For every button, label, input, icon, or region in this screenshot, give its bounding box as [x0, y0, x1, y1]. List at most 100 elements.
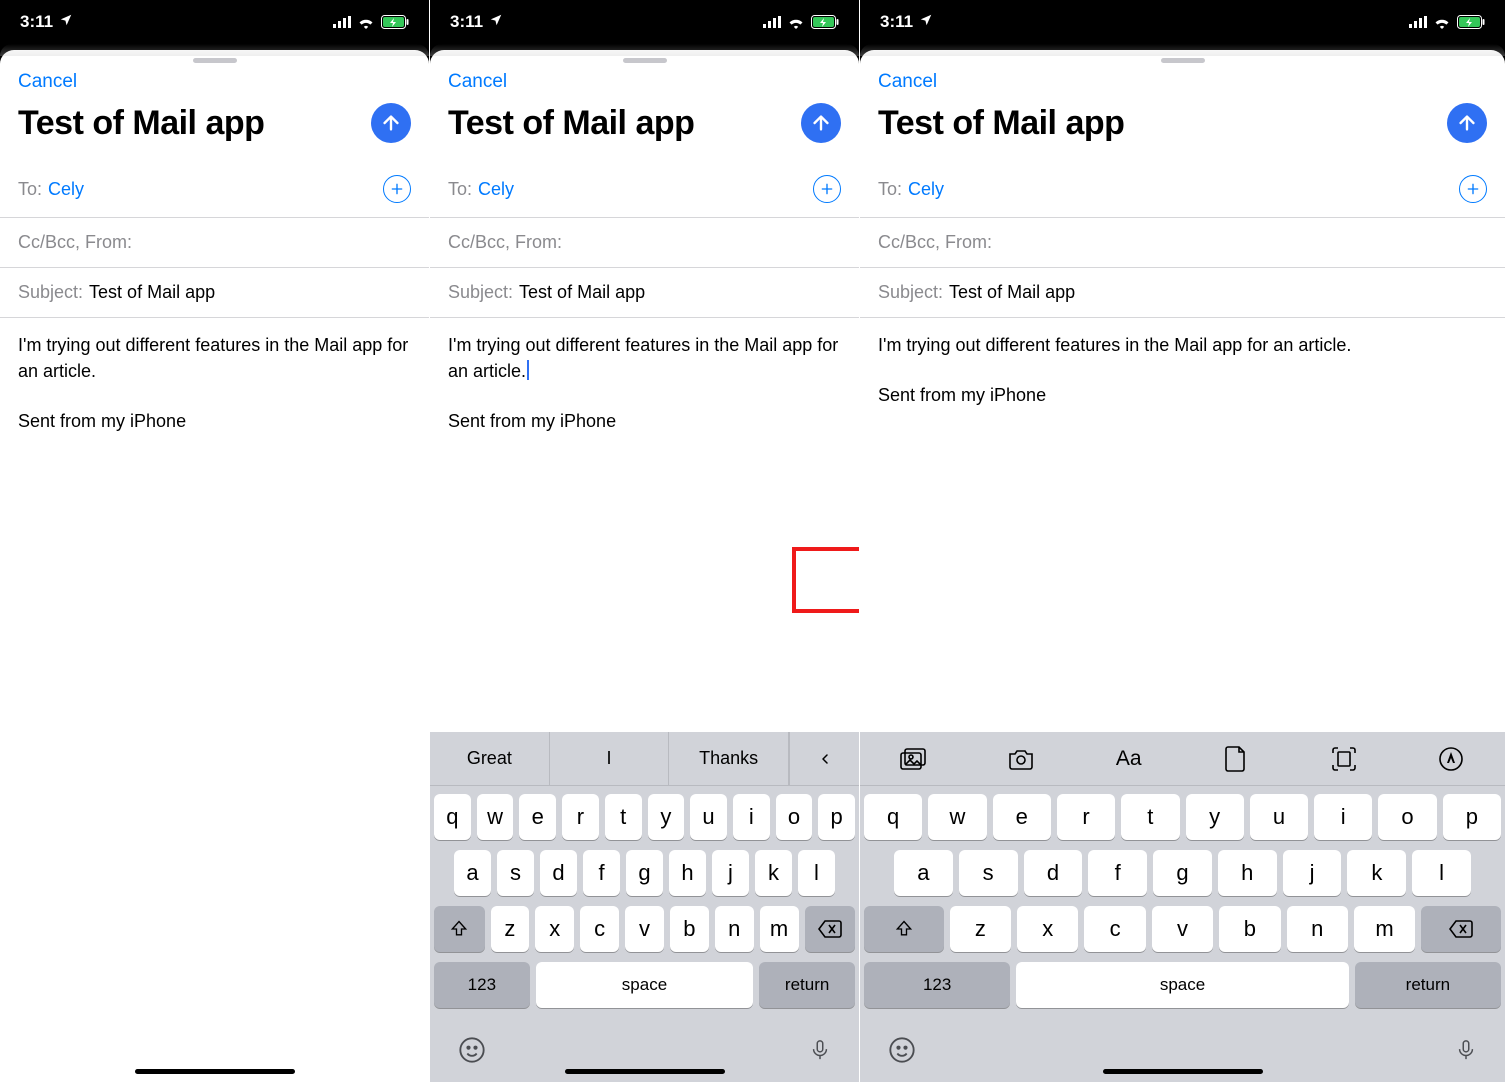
cancel-button[interactable]: Cancel — [448, 71, 507, 92]
key-z[interactable]: z — [950, 906, 1011, 952]
key-v[interactable]: v — [625, 906, 664, 952]
key-o[interactable]: o — [1378, 794, 1436, 840]
mic-button[interactable] — [809, 1036, 831, 1069]
return-key[interactable]: return — [759, 962, 855, 1008]
subject-field[interactable]: Subject: Test of Mail app — [860, 268, 1505, 318]
space-key[interactable]: space — [1016, 962, 1348, 1008]
mic-button[interactable] — [1455, 1036, 1477, 1069]
home-indicator[interactable] — [135, 1069, 295, 1074]
subject-field[interactable]: Subject: Test of Mail app — [0, 268, 429, 318]
key-w[interactable]: w — [928, 794, 986, 840]
suggestion-1[interactable]: Great — [430, 732, 550, 785]
suggestion-3[interactable]: Thanks — [669, 732, 789, 785]
send-button[interactable] — [371, 103, 411, 143]
key-a[interactable]: a — [454, 850, 491, 896]
key-r[interactable]: r — [562, 794, 599, 840]
home-indicator[interactable] — [565, 1069, 725, 1074]
key-k[interactable]: k — [755, 850, 792, 896]
send-button[interactable] — [1447, 103, 1487, 143]
markup-button[interactable] — [1398, 732, 1506, 785]
key-x[interactable]: x — [1017, 906, 1078, 952]
key-x[interactable]: x — [535, 906, 574, 952]
to-field[interactable]: To: Cely — [0, 161, 429, 218]
shift-key[interactable] — [864, 906, 944, 952]
shift-key[interactable] — [434, 906, 485, 952]
backspace-key[interactable] — [1421, 906, 1501, 952]
key-y[interactable]: y — [1186, 794, 1244, 840]
key-y[interactable]: y — [648, 794, 685, 840]
home-indicator[interactable] — [1103, 1069, 1263, 1074]
chevron-collapse-button[interactable] — [789, 732, 859, 785]
key-n[interactable]: n — [1287, 906, 1348, 952]
key-e[interactable]: e — [519, 794, 556, 840]
scan-button[interactable] — [1290, 732, 1398, 785]
key-v[interactable]: v — [1152, 906, 1213, 952]
key-a[interactable]: a — [894, 850, 953, 896]
key-s[interactable]: s — [497, 850, 534, 896]
key-u[interactable]: u — [1250, 794, 1308, 840]
send-button[interactable] — [801, 103, 841, 143]
key-c[interactable]: c — [580, 906, 619, 952]
to-field[interactable]: To: Cely — [430, 161, 859, 218]
key-m[interactable]: m — [1354, 906, 1415, 952]
key-d[interactable]: d — [1024, 850, 1083, 896]
key-n[interactable]: n — [715, 906, 754, 952]
ccbcc-field[interactable]: Cc/Bcc, From: — [0, 218, 429, 268]
ccbcc-field[interactable]: Cc/Bcc, From: — [860, 218, 1505, 268]
key-l[interactable]: l — [1412, 850, 1471, 896]
key-s[interactable]: s — [959, 850, 1018, 896]
document-button[interactable] — [1183, 732, 1291, 785]
body-text[interactable]: I'm trying out different features in the… — [430, 318, 859, 448]
key-l[interactable]: l — [798, 850, 835, 896]
key-r[interactable]: r — [1057, 794, 1115, 840]
photo-library-button[interactable] — [860, 732, 968, 785]
key-p[interactable]: p — [1443, 794, 1501, 840]
numbers-key[interactable]: 123 — [434, 962, 530, 1008]
key-h[interactable]: h — [1218, 850, 1277, 896]
key-k[interactable]: k — [1347, 850, 1406, 896]
key-z[interactable]: z — [491, 906, 530, 952]
key-c[interactable]: c — [1084, 906, 1145, 952]
add-contact-button[interactable] — [383, 175, 411, 203]
key-f[interactable]: f — [1088, 850, 1147, 896]
key-w[interactable]: w — [477, 794, 514, 840]
emoji-button[interactable] — [888, 1036, 916, 1069]
key-f[interactable]: f — [583, 850, 620, 896]
emoji-button[interactable] — [458, 1036, 486, 1069]
key-p[interactable]: p — [818, 794, 855, 840]
cancel-button[interactable]: Cancel — [878, 71, 937, 92]
ccbcc-field[interactable]: Cc/Bcc, From: — [430, 218, 859, 268]
key-j[interactable]: j — [712, 850, 749, 896]
key-g[interactable]: g — [626, 850, 663, 896]
subject-field[interactable]: Subject: Test of Mail app — [430, 268, 859, 318]
key-j[interactable]: j — [1283, 850, 1342, 896]
to-field[interactable]: To: Cely — [860, 161, 1505, 218]
add-contact-button[interactable] — [1459, 175, 1487, 203]
key-d[interactable]: d — [540, 850, 577, 896]
text-format-button[interactable]: Aa — [1075, 732, 1183, 785]
key-b[interactable]: b — [670, 906, 709, 952]
return-key[interactable]: return — [1355, 962, 1501, 1008]
body-text[interactable]: I'm trying out different features in the… — [860, 318, 1505, 422]
key-t[interactable]: t — [605, 794, 642, 840]
key-o[interactable]: o — [776, 794, 813, 840]
key-m[interactable]: m — [760, 906, 799, 952]
key-u[interactable]: u — [690, 794, 727, 840]
key-g[interactable]: g — [1153, 850, 1212, 896]
key-q[interactable]: q — [864, 794, 922, 840]
key-h[interactable]: h — [669, 850, 706, 896]
camera-button[interactable] — [968, 732, 1076, 785]
key-i[interactable]: i — [1314, 794, 1372, 840]
body-text[interactable]: I'm trying out different features in the… — [0, 318, 429, 448]
backspace-key[interactable] — [805, 906, 856, 952]
key-b[interactable]: b — [1219, 906, 1280, 952]
space-key[interactable]: space — [536, 962, 754, 1008]
numbers-key[interactable]: 123 — [864, 962, 1010, 1008]
key-i[interactable]: i — [733, 794, 770, 840]
key-t[interactable]: t — [1121, 794, 1179, 840]
add-contact-button[interactable] — [813, 175, 841, 203]
key-q[interactable]: q — [434, 794, 471, 840]
key-e[interactable]: e — [993, 794, 1051, 840]
suggestion-2[interactable]: I — [550, 732, 670, 785]
cancel-button[interactable]: Cancel — [18, 71, 77, 92]
